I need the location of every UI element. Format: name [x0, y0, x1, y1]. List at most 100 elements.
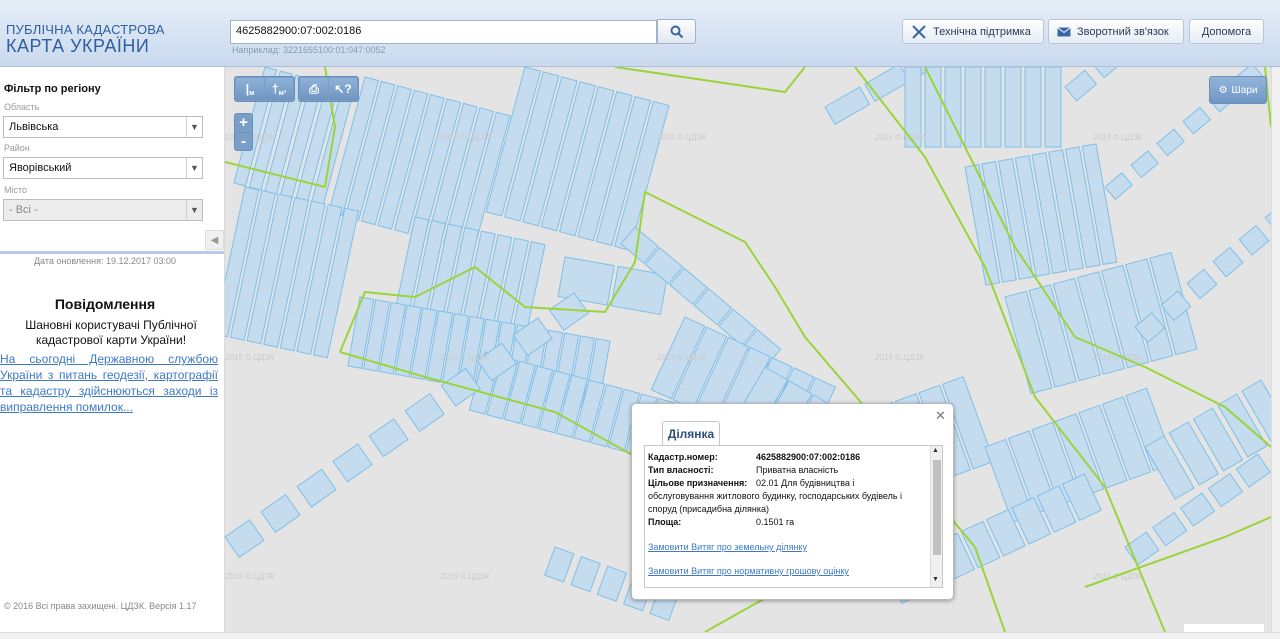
- info-row: споруд (присадибна ділянка): [648, 504, 769, 514]
- print-icon[interactable]: ⎙: [300, 78, 328, 100]
- map-watermark: 2015 © ЦДЗК: [1092, 572, 1143, 581]
- popup-scrollbar[interactable]: ▲ ▼: [930, 446, 942, 587]
- logo-line-2: КАРТА УКРАЇНИ: [6, 36, 150, 56]
- row-value: Приватна власність: [756, 465, 839, 475]
- info-row: Тип власності: Приватна власність: [648, 465, 838, 475]
- row-key: Цільове призначення:: [648, 478, 748, 488]
- land-parcel[interactable]: [1104, 172, 1133, 200]
- chevron-up-icon[interactable]: ▲: [932, 447, 939, 454]
- close-icon[interactable]: ✕: [935, 408, 946, 424]
- land-parcel[interactable]: [332, 443, 373, 483]
- land-parcel[interactable]: [1238, 224, 1270, 256]
- map-vertical-scrollbar[interactable]: [1271, 67, 1280, 632]
- map-watermark: 2015 © ЦДЗК: [874, 353, 925, 362]
- identify-cursor-icon[interactable]: ↖?: [329, 78, 357, 100]
- land-parcel[interactable]: [964, 67, 982, 148]
- row-value: 0.1501 га: [756, 517, 795, 527]
- parcel-group[interactable]: [225, 186, 360, 359]
- land-parcel[interactable]: [1182, 106, 1211, 135]
- search-example-hint: Наприклад: 3221655100:01:047:0052: [232, 45, 386, 55]
- order-extract-link[interactable]: Замовити Витяг про земельну ділянку: [648, 542, 807, 552]
- feedback-button[interactable]: Зворотний зв'язок: [1048, 19, 1184, 44]
- land-parcel[interactable]: [1156, 128, 1185, 157]
- land-parcel[interactable]: [225, 519, 265, 559]
- land-parcel[interactable]: [1207, 472, 1244, 508]
- map-watermark: 2015 © ЦДЗК: [656, 133, 707, 142]
- zoom-in-button[interactable]: +: [235, 114, 252, 132]
- boundary-line: [614, 67, 806, 94]
- land-parcel[interactable]: [1130, 150, 1159, 179]
- land-parcel[interactable]: [1212, 246, 1244, 278]
- land-parcel[interactable]: [296, 468, 337, 508]
- map-watermark: 2015 © ЦДЗК: [225, 353, 275, 362]
- land-parcel[interactable]: [1064, 69, 1098, 102]
- chevron-down-icon[interactable]: ▼: [932, 576, 939, 583]
- page-horizontal-scrollbar[interactable]: [0, 632, 1280, 639]
- row-key: Тип власності:: [648, 465, 714, 475]
- rayon-select[interactable]: Яворівський ▼: [3, 157, 203, 179]
- row-key: Кадастр.номер:: [648, 452, 718, 462]
- land-parcel[interactable]: [570, 555, 601, 593]
- info-row: обслуговування житлового будинку, господ…: [648, 491, 902, 501]
- layers-label: Шари: [1231, 84, 1258, 96]
- land-parcel[interactable]: [260, 493, 301, 533]
- tech-support-label: Технічна підтримка: [933, 25, 1031, 38]
- collapse-sidebar-button[interactable]: ◀: [205, 230, 224, 250]
- tab-parcel[interactable]: Ділянка: [662, 421, 720, 445]
- map-watermark: 2015 © ЦДЗК: [874, 133, 925, 142]
- sidebar: Фільтр по регіону Область Львівська ▼ Рай…: [0, 67, 225, 639]
- sidebar-divider: [0, 251, 224, 254]
- help-button[interactable]: Допомога: [1189, 19, 1264, 44]
- chevron-down-icon: ▼: [186, 200, 202, 220]
- rayon-label: Район: [4, 143, 30, 153]
- order-valuation-link[interactable]: Замовити Витяг про нормативну грошову оц…: [648, 566, 849, 576]
- layers-button[interactable]: ⚙ Шари: [1209, 76, 1267, 104]
- land-parcel[interactable]: [1091, 67, 1125, 79]
- misto-label: Місто: [4, 185, 28, 195]
- parcel-group[interactable]: [964, 143, 1118, 286]
- cadastral-search-input[interactable]: 4625882900:07:002:0186: [230, 20, 657, 44]
- measure-area-icon[interactable]: † м²: [265, 78, 293, 100]
- tools-icon: [912, 24, 926, 39]
- land-parcel[interactable]: [924, 67, 942, 148]
- gear-icon: ⚙: [1218, 84, 1228, 96]
- land-parcel[interactable]: [1180, 492, 1216, 527]
- land-parcel[interactable]: [368, 418, 409, 458]
- land-parcel[interactable]: [864, 67, 911, 103]
- row-value: 4625882900:07:002:0186: [756, 452, 861, 462]
- land-parcel[interactable]: [1004, 67, 1022, 148]
- land-parcel[interactable]: [984, 67, 1002, 148]
- land-parcel[interactable]: [544, 546, 575, 583]
- print-info-toolbar: ⎙ ↖?: [298, 76, 359, 102]
- zoom-control: + -: [234, 113, 253, 151]
- land-parcel[interactable]: [1260, 67, 1271, 69]
- tech-support-button[interactable]: Технічна підтримка: [902, 19, 1044, 44]
- land-parcel[interactable]: [404, 392, 445, 432]
- feedback-label: Зворотний зв'язок: [1077, 25, 1169, 38]
- zoom-out-button[interactable]: -: [235, 132, 252, 150]
- news-link[interactable]: На сьогодні Державною службою України з …: [0, 351, 218, 415]
- scroll-thumb[interactable]: [933, 460, 941, 555]
- map-watermark: 2015 © ЦДЗК: [225, 572, 275, 581]
- news-title: Повідомлення: [54, 296, 156, 312]
- search-button[interactable]: [657, 19, 696, 44]
- land-parcel[interactable]: [1152, 511, 1188, 547]
- app-logo[interactable]: ПУБЛІЧНА КАДАСТРОВА КАРТА УКРАЇНИ: [6, 22, 165, 57]
- land-parcel[interactable]: [824, 86, 871, 126]
- oblast-select[interactable]: Львівська ▼: [3, 116, 203, 138]
- land-parcel[interactable]: [596, 565, 628, 602]
- map-watermark: 2015 © ЦДЗК: [439, 133, 490, 142]
- parcel-group[interactable]: [904, 67, 1062, 148]
- land-parcel[interactable]: [1024, 67, 1042, 148]
- land-parcel[interactable]: [1186, 268, 1218, 300]
- measure-distance-icon[interactable]: | м: [236, 78, 264, 100]
- parcel-info-popup: ✕ Ділянка Кадастр.номер: 4625882900:07:00…: [631, 403, 954, 600]
- map-watermark: 2015 © ЦДЗК: [439, 353, 490, 362]
- news-greeting: Шановні користувачі Публічної кадастрово…: [25, 318, 197, 347]
- map-watermark: 2015 © ЦДЗК: [656, 353, 707, 362]
- misto-select[interactable]: - Всі - ▼: [3, 199, 203, 221]
- parcel-info-body: Кадастр.номер: 4625882900:07:002:0186 Тип…: [644, 445, 943, 588]
- land-parcel[interactable]: [1044, 67, 1062, 148]
- row-value: 02.01 Для будівництва і: [756, 478, 855, 488]
- misto-value: - Всі -: [9, 204, 38, 216]
